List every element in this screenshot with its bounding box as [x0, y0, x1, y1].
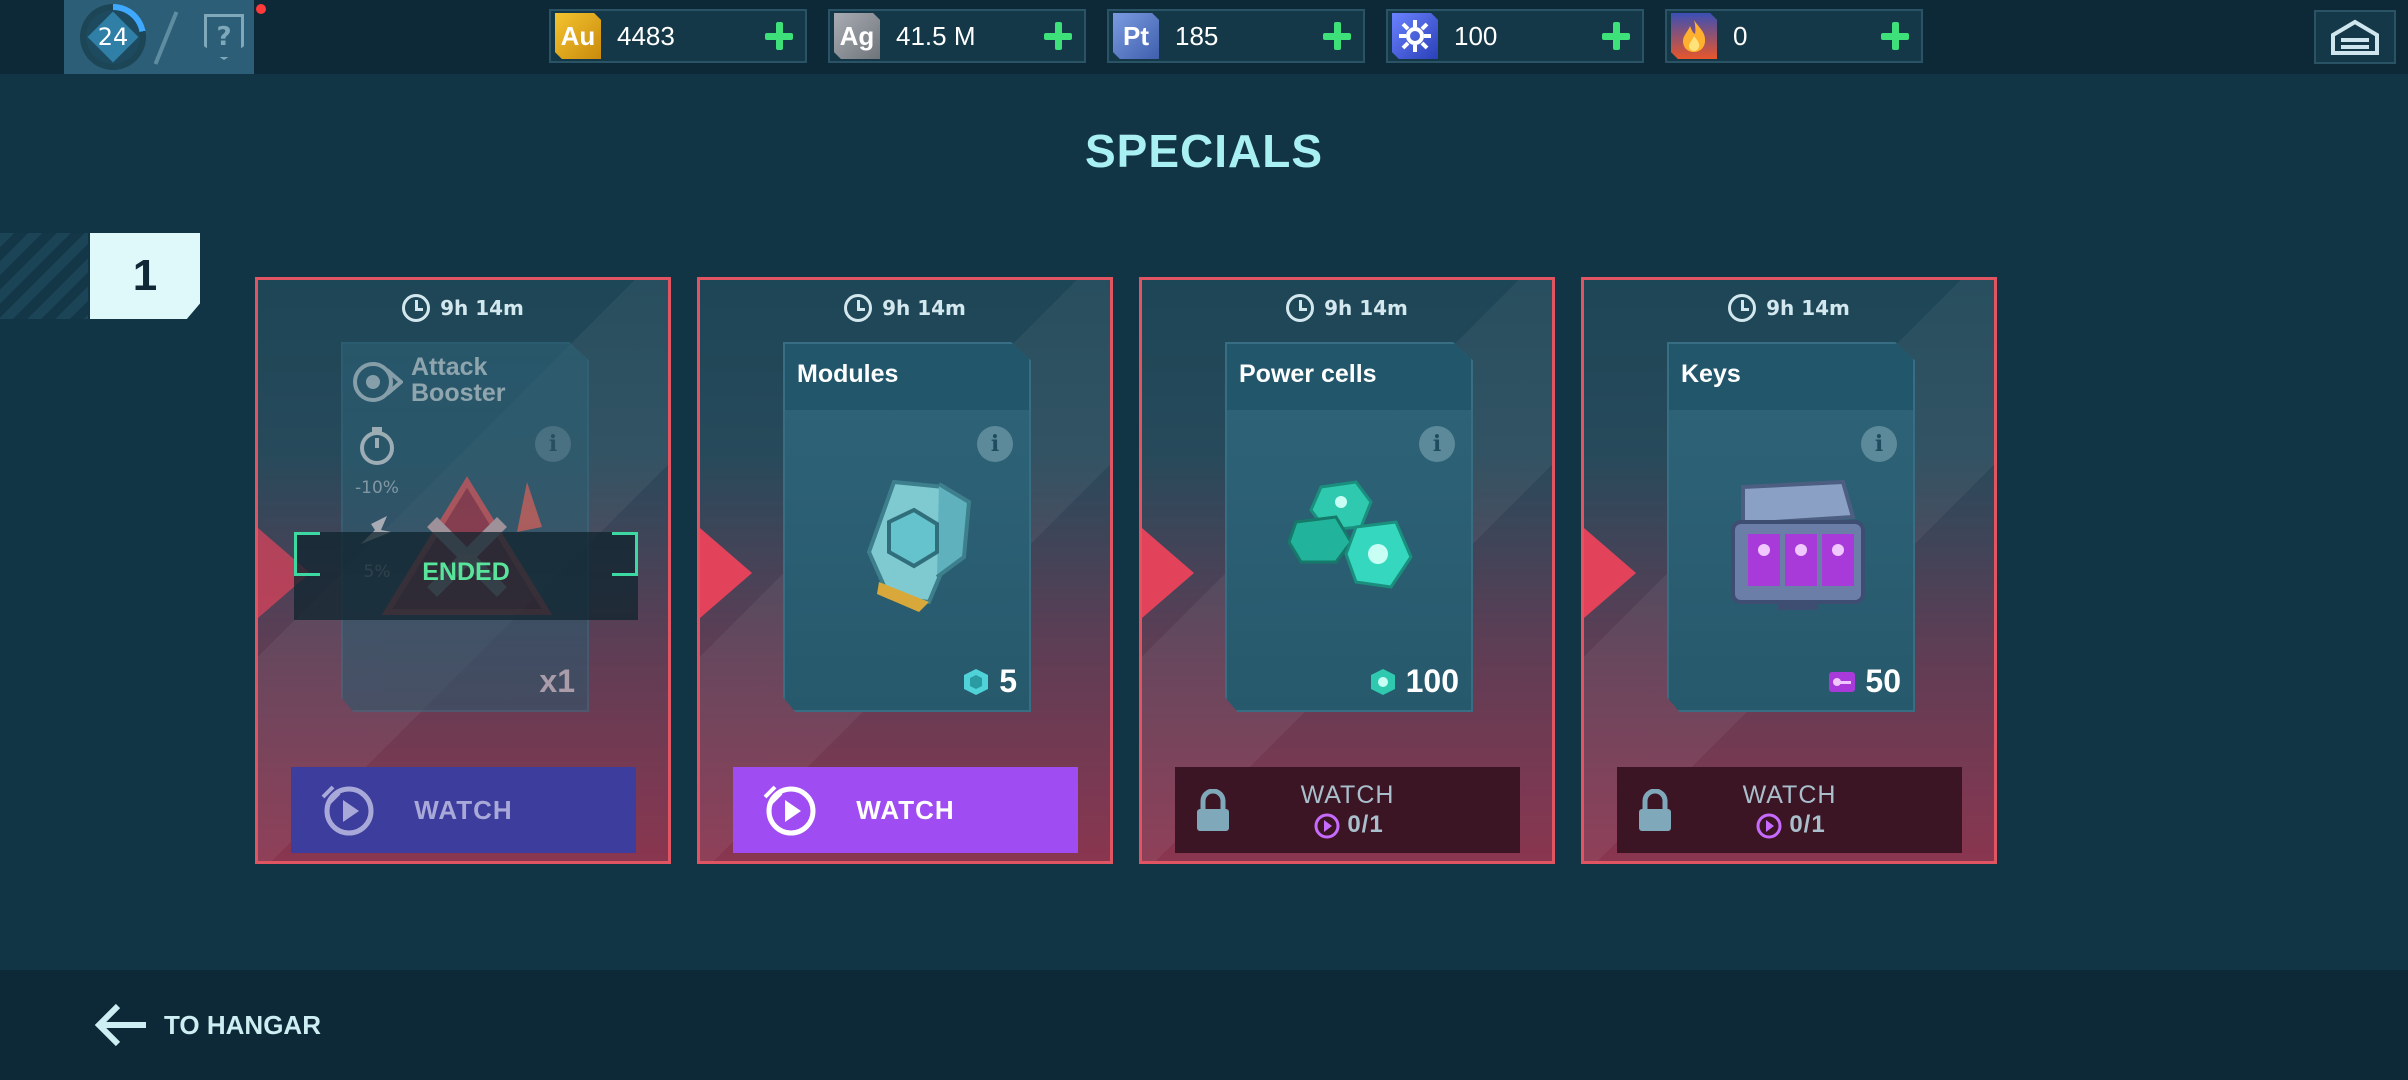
keys-chest-art	[1731, 479, 1865, 610]
clock-icon	[402, 294, 431, 322]
cooldown-icon	[360, 427, 394, 465]
offer-timer: 9h 14m	[1584, 294, 1994, 322]
watch-button[interactable]: WATCH	[733, 767, 1078, 853]
info-icon[interactable]: i	[535, 426, 571, 462]
currency-gold: Au 4483	[549, 9, 807, 63]
item-panel: Modules i 5	[783, 342, 1031, 712]
notification-dot	[256, 4, 266, 14]
currency-platinum: Pt 185	[1107, 9, 1365, 63]
ended-overlay: ENDED	[294, 532, 638, 620]
token-value: 100	[1454, 20, 1498, 51]
divider	[153, 11, 179, 65]
item-name: Modules	[797, 360, 899, 388]
offer-timer: 9h 14m	[700, 294, 1110, 322]
back-arrow-icon	[94, 1003, 146, 1047]
watch-button-locked[interactable]: WATCH 0/1	[1617, 767, 1962, 853]
item-quantity: x1	[539, 663, 575, 699]
level-badge: 24	[86, 10, 140, 64]
add-fire-button[interactable]	[1875, 16, 1915, 56]
top-bar: 24 ? Au 4483 Ag 41.5 M Pt 185 100 0	[0, 0, 2408, 74]
clock-icon	[1286, 294, 1315, 322]
player-level: 24	[97, 23, 129, 51]
gold-icon: Au	[555, 13, 601, 59]
platinum-icon: Pt	[1113, 13, 1159, 59]
watch-counter: 0/1	[1311, 810, 1383, 840]
offer-card-modules: 9h 14m Modules i 5 WATCH	[697, 277, 1113, 864]
currency-silver: Ag 41.5 M	[828, 9, 1086, 63]
page-title: SPECIALS	[1084, 125, 1324, 177]
watch-button[interactable]: WATCH	[291, 767, 636, 853]
watch-button-locked[interactable]: WATCH 0/1	[1175, 767, 1520, 853]
offer-timer: 9h 14m	[258, 294, 668, 322]
watch-ad-icon	[1314, 813, 1340, 838]
gold-value: 4483	[617, 20, 675, 51]
booster-target-icon	[353, 362, 403, 402]
watch-ad-icon	[1756, 813, 1782, 838]
level-progress-ring: 24	[80, 4, 146, 70]
info-icon[interactable]: i	[977, 426, 1013, 462]
watch-counter: 0/1	[1753, 810, 1825, 840]
lock-icon	[1197, 789, 1229, 831]
power-cell-currency-icon	[1370, 668, 1395, 695]
power-cells-art	[1287, 480, 1413, 589]
to-hangar-button[interactable]: TO HANGAR	[94, 1000, 321, 1050]
currency-tokens: 100	[1386, 9, 1644, 63]
item-quantity: 5	[961, 663, 1017, 700]
item-panel: Power cells i 100	[1225, 342, 1473, 712]
page-number-badge: 1	[90, 233, 200, 319]
ended-status: ENDED	[422, 558, 510, 586]
watch-ad-icon	[321, 785, 374, 836]
fire-value: 0	[1733, 20, 1748, 51]
item-name: Power cells	[1239, 360, 1377, 388]
add-gold-button[interactable]	[759, 16, 799, 56]
platinum-value: 185	[1175, 20, 1219, 51]
help-shield-icon[interactable]: ?	[204, 14, 244, 60]
add-platinum-button[interactable]	[1317, 16, 1357, 56]
offer-timer: 9h 14m	[1142, 294, 1552, 322]
add-token-button[interactable]	[1596, 16, 1636, 56]
add-silver-button[interactable]	[1038, 16, 1078, 56]
bottom-bar	[0, 970, 2408, 1080]
token-gear-icon	[1392, 13, 1438, 59]
key-currency-icon	[1829, 671, 1856, 692]
clock-icon	[1728, 294, 1757, 322]
module-currency-icon	[964, 668, 989, 695]
stripes-decoration	[0, 233, 88, 319]
item-name: Attack Booster	[411, 353, 506, 407]
info-icon[interactable]: i	[1419, 426, 1455, 462]
hangar-icon	[2331, 19, 2379, 55]
currency-fire: 0	[1665, 9, 1923, 63]
info-icon[interactable]: i	[1861, 426, 1897, 462]
offer-card-power-cells: 9h 14m Power cells i 100 WATCH 0/1	[1139, 277, 1555, 864]
lock-icon	[1639, 789, 1671, 831]
item-quantity: 100	[1368, 663, 1459, 700]
item-quantity: 50	[1827, 663, 1901, 700]
fire-icon	[1671, 13, 1717, 59]
item-panel: Keys i 50	[1667, 342, 1915, 712]
item-name: Keys	[1681, 360, 1741, 388]
player-info[interactable]: 24 ?	[64, 0, 254, 74]
silver-icon: Ag	[834, 13, 880, 59]
modules-art	[866, 479, 972, 612]
silver-value: 41.5 M	[896, 20, 976, 51]
offer-card-keys: 9h 14m Keys i 50 WATCH 0/1	[1581, 277, 1997, 864]
item-panel: Attack Booster -10% 5% i x1	[341, 342, 589, 712]
offer-card-attack-booster: 9h 14m Attack Booster -10% 5% i x1	[255, 277, 671, 864]
hangar-icon-button[interactable]	[2314, 10, 2396, 64]
clock-icon	[844, 294, 873, 322]
watch-ad-icon	[763, 785, 816, 836]
